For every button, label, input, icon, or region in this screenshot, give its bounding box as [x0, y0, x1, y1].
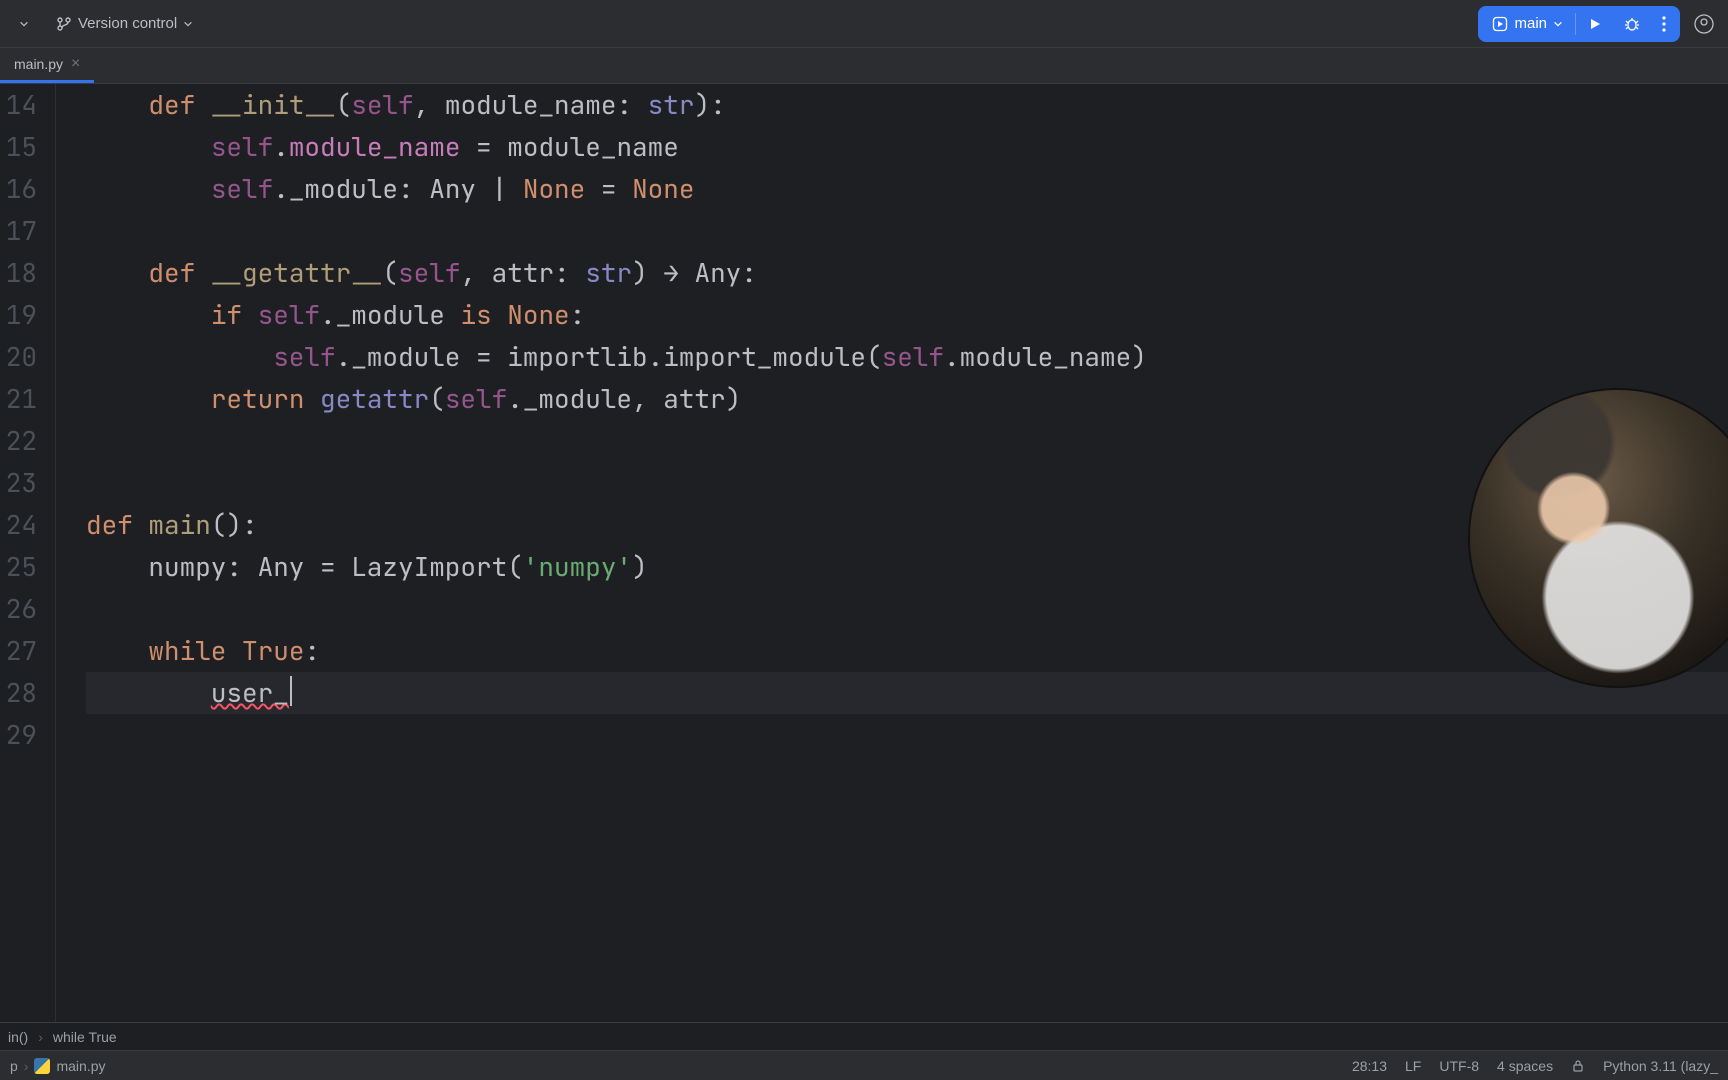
breadcrumb-item[interactable]: while True: [53, 1029, 117, 1045]
python-interpreter[interactable]: Python 3.11 (lazy_: [1603, 1058, 1718, 1074]
current-file-name[interactable]: main.py: [56, 1058, 105, 1074]
run-config-group: main: [1478, 6, 1680, 42]
more-vertical-icon: [1662, 16, 1666, 32]
code-line[interactable]: self._module: Any | None = None: [86, 168, 1728, 210]
breadcrumbs-bar: in() › while True: [0, 1022, 1728, 1050]
code-line[interactable]: def __getattr__(self, attr: str) → Any:: [86, 252, 1728, 294]
debug-button[interactable]: [1614, 8, 1650, 40]
status-bar: p › main.py 28:13 LF UTF-8 4 spaces Pyth…: [0, 1050, 1728, 1080]
file-encoding[interactable]: UTF-8: [1439, 1058, 1479, 1074]
more-actions-button[interactable]: [1652, 8, 1676, 40]
project-dropdown[interactable]: [8, 8, 40, 40]
chevron-down-icon: [183, 19, 193, 29]
close-tab-button[interactable]: ×: [71, 55, 80, 73]
breadcrumb-item[interactable]: in(): [8, 1029, 28, 1045]
code-line[interactable]: if self._module is None:: [86, 294, 1728, 336]
code-line[interactable]: self._module = importlib.import_module(s…: [86, 336, 1728, 378]
avatar-icon: [1694, 14, 1714, 34]
python-file-icon: [34, 1058, 50, 1074]
code-line[interactable]: [86, 210, 1728, 252]
code-with-me-button[interactable]: [1688, 8, 1720, 40]
play-icon: [1588, 17, 1602, 31]
breadcrumb-separator-icon: ›: [38, 1029, 43, 1045]
text-cursor: [290, 676, 292, 706]
run-button[interactable]: [1578, 8, 1612, 40]
run-config-selector[interactable]: main: [1482, 8, 1573, 40]
main-toolbar: Version control main: [0, 0, 1728, 48]
editor-area: 1 1 14151617181920212223242526272829 def…: [0, 84, 1728, 1022]
gutter-margin: [56, 84, 86, 1022]
chevron-down-icon: [1553, 19, 1563, 29]
webcam-overlay: [1468, 388, 1728, 688]
cursor-position[interactable]: 28:13: [1352, 1058, 1387, 1074]
readonly-lock-icon[interactable]: [1571, 1059, 1585, 1073]
code-line[interactable]: [86, 714, 1728, 756]
run-config-icon: [1492, 16, 1508, 32]
run-config-name: main: [1514, 15, 1547, 32]
project-path-fragment[interactable]: p: [10, 1058, 18, 1074]
path-separator-icon: ›: [24, 1058, 29, 1074]
tab-label: main.py: [14, 56, 63, 72]
indent-setting[interactable]: 4 spaces: [1497, 1058, 1553, 1074]
code-line[interactable]: def __init__(self, module_name: str):: [86, 84, 1728, 126]
line-separator[interactable]: LF: [1405, 1058, 1421, 1074]
version-control-widget[interactable]: Version control: [48, 8, 201, 40]
chevron-down-icon: [19, 19, 29, 29]
editor-tabstrip: main.py ×: [0, 48, 1728, 84]
bug-icon: [1624, 16, 1640, 32]
tab-main-py[interactable]: main.py ×: [0, 47, 94, 83]
version-control-label: Version control: [78, 15, 177, 32]
branch-icon: [56, 16, 72, 32]
line-number-gutter: 14151617181920212223242526272829: [0, 84, 56, 1022]
code-line[interactable]: self.module_name = module_name: [86, 126, 1728, 168]
